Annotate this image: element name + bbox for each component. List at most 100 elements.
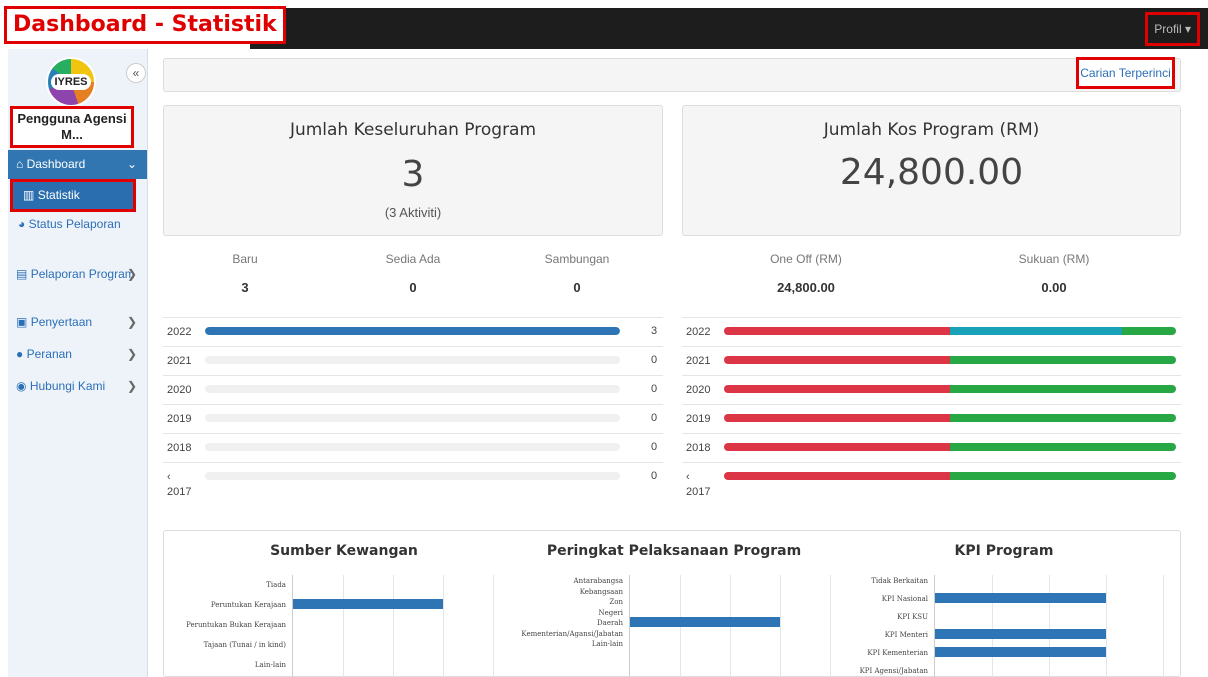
progress-bar <box>205 472 620 480</box>
stat-value: 3 <box>241 280 249 295</box>
year-label: 2021 <box>167 355 192 367</box>
user-name: Pengguna Agensi M... <box>10 106 134 148</box>
grid-line <box>1106 575 1107 677</box>
grid-line <box>1049 575 1050 677</box>
bar-segment <box>724 356 950 364</box>
total-program-card: Jumlah Keseluruhan Program 3 (3 Aktiviti… <box>163 105 663 236</box>
year-row: 2019 <box>682 404 1181 433</box>
year-count: 0 <box>651 470 658 482</box>
year-label: 2018 <box>167 442 192 454</box>
sidebar-item-label: Pelaporan Program <box>30 267 135 281</box>
total-cost-card: Jumlah Kos Program (RM) 24,800.00 <box>682 105 1181 236</box>
bar-segment <box>724 327 950 335</box>
search-bar[interactable] <box>163 58 1181 92</box>
card-title: Jumlah Kos Program (RM) <box>823 120 1040 140</box>
book-icon: ▤ <box>16 267 28 281</box>
year-row: 2022 3 <box>163 317 663 346</box>
chart-icon: ▥ <box>23 188 35 202</box>
sidebar-collapse-button[interactable]: « <box>126 63 146 83</box>
stat-value: 0.00 <box>1041 280 1067 295</box>
progress-fill <box>205 327 620 335</box>
progress-bar <box>205 356 620 364</box>
bar-segment <box>724 472 950 480</box>
profile-menu-button[interactable]: Profil ▾ <box>1145 12 1200 46</box>
stat-label: Sukuan (RM) <box>1018 252 1090 266</box>
page-title: Dashboard - Statistik <box>4 6 286 44</box>
card-value: 24,800.00 <box>839 152 1024 193</box>
chart-category-label: KPI Nasional <box>881 595 928 603</box>
progress-bar <box>205 327 620 335</box>
bar-segment <box>950 327 1122 335</box>
stat-label: Sedia Ada <box>385 252 441 266</box>
chart-plot <box>934 575 1164 677</box>
home-icon: ⌂ <box>16 157 24 171</box>
stat-one-off: One Off (RM) 24,800.00 <box>756 252 856 295</box>
year-label: 2020 <box>167 384 192 396</box>
sidebar-item-statistik[interactable]: ▥ Statistik <box>10 179 136 212</box>
stat-value: 0 <box>573 280 581 295</box>
sidebar-item-label: Statistik <box>37 188 80 202</box>
sidebar-item-penyertaan[interactable]: ▣ Penyertaan ❯ <box>8 315 147 330</box>
stacked-bar <box>724 356 1176 364</box>
chart-category-label: KPI KSU <box>897 613 928 621</box>
bar-segment <box>950 443 1176 451</box>
year-label: ‹ 2017 <box>686 471 711 498</box>
bar-segment <box>724 385 950 393</box>
bar-segment <box>724 443 950 451</box>
bar-segment <box>950 472 1176 480</box>
year-label: 2022 <box>167 326 192 338</box>
pie-icon: ◕ <box>18 217 26 231</box>
year-row: ‹ 2017 0 <box>163 462 663 498</box>
progress-bar <box>205 385 620 393</box>
sidebar-item-hubungi-kami[interactable]: ◉ Hubungi Kami ❯ <box>8 379 147 394</box>
bar-segment <box>950 356 1176 364</box>
chart-category-label: Tidak Berkaitan <box>871 577 928 585</box>
year-row: 2018 0 <box>163 433 663 462</box>
stat-value: 0 <box>409 280 417 295</box>
chart-title: KPI Program <box>954 543 1054 559</box>
year-label: 2022 <box>686 326 711 338</box>
card-subtitle: (3 Aktiviti) <box>384 205 442 220</box>
bar-segment <box>1121 327 1176 335</box>
stat-label: One Off (RM) <box>770 252 842 266</box>
year-row: 2022 <box>682 317 1181 346</box>
grid-line <box>992 575 993 677</box>
sidebar-item-dashboard[interactable]: ⌂ Dashboard ⌄ <box>8 150 147 179</box>
year-label: 2021 <box>686 355 711 367</box>
clipboard-icon: ▣ <box>16 315 28 329</box>
sidebar-item-pelaporan-program[interactable]: ▤ Pelaporan Program ❯ <box>8 267 147 282</box>
chat-icon: ◉ <box>16 379 27 393</box>
sidebar-item-label: Hubungi Kami <box>29 379 106 393</box>
year-label: 2019 <box>167 413 192 425</box>
year-count: 0 <box>651 412 658 424</box>
stacked-bar <box>724 443 1176 451</box>
chart-category-label: KPI Menteri <box>884 631 928 639</box>
stat-sedia-ada: Sedia Ada 0 <box>373 252 453 295</box>
sidebar-item-label: Penyertaan <box>30 315 93 329</box>
stat-baru: Baru 3 <box>205 252 285 295</box>
year-row: 2021 <box>682 346 1181 375</box>
stacked-bar <box>724 385 1176 393</box>
chart-category-label: KPI Kementerian <box>867 649 928 657</box>
stat-value: 24,800.00 <box>777 280 835 295</box>
year-count: 3 <box>651 325 658 337</box>
year-count: 0 <box>651 383 658 395</box>
advanced-search-link[interactable]: Carian Terperinci <box>1076 57 1175 89</box>
chevron-right-icon: ❯ <box>126 267 137 281</box>
year-label: 2020 <box>686 384 711 396</box>
year-row: ‹ 2017 <box>682 462 1181 498</box>
chevron-right-icon: ❯ <box>126 315 137 329</box>
progress-bar <box>205 443 620 451</box>
year-row: 2020 <box>682 375 1181 404</box>
year-count: 0 <box>651 441 658 453</box>
year-count: 0 <box>651 354 658 366</box>
bar-segment <box>950 414 1176 422</box>
card-title: Jumlah Keseluruhan Program <box>289 120 537 140</box>
sidebar-item-peranan[interactable]: ● Peranan ❯ <box>8 347 147 362</box>
sidebar-item-status-pelaporan[interactable]: ◕ Status Pelaporan <box>8 217 147 232</box>
year-label: ‹ 2017 <box>167 471 192 498</box>
user-icon: ● <box>16 347 24 361</box>
chevron-right-icon: ❯ <box>126 379 137 393</box>
chart-bar <box>935 629 1106 639</box>
progress-bar <box>205 414 620 422</box>
